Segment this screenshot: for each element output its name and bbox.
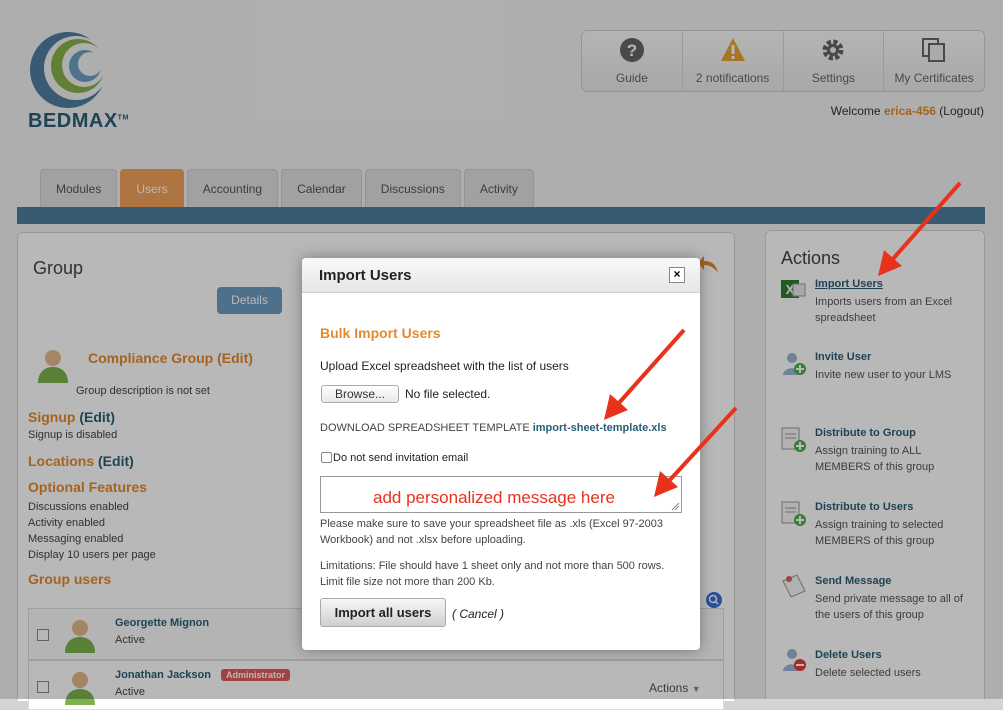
- arrow-to-import-users: [878, 181, 962, 276]
- arrow-to-message-box: [654, 406, 738, 497]
- arrow-to-template-link: [604, 328, 686, 420]
- annotation-arrows: [604, 181, 962, 497]
